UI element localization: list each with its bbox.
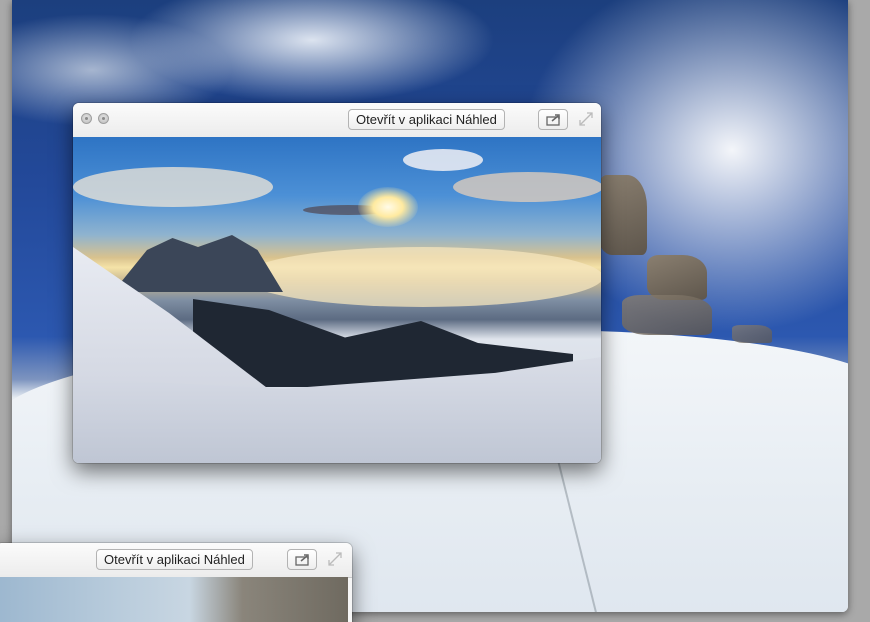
cloud: [403, 149, 483, 171]
cloud: [453, 172, 601, 202]
sunset-photo: [73, 137, 601, 463]
rock-outcrop: [647, 255, 707, 300]
close-icon[interactable]: [81, 113, 92, 124]
open-in-preview-button[interactable]: Otevřít v aplikaci Náhled: [348, 109, 505, 130]
share-button[interactable]: [538, 109, 568, 130]
quicklook-window: Otevřít v aplikaci Náhled: [73, 103, 601, 463]
window-controls: [81, 113, 109, 124]
rock-outcrop: [732, 325, 772, 343]
quicklook-toolbar: Otevřít v aplikaci Náhled: [73, 103, 601, 138]
cloud: [73, 167, 273, 207]
share-button-secondary[interactable]: [287, 549, 317, 570]
glacier-photo: [0, 577, 348, 622]
open-in-preview-button-secondary[interactable]: Otevřít v aplikaci Náhled: [96, 549, 253, 570]
fullscreen-button[interactable]: [578, 111, 594, 127]
fullscreen-button-secondary[interactable]: [327, 551, 343, 567]
minimize-icon[interactable]: [98, 113, 109, 124]
share-icon: [295, 554, 309, 566]
desktop: Otevřít v aplikaci Náhled Otevřít v apli…: [0, 0, 870, 622]
mountain: [113, 235, 283, 292]
rock-outcrop: [622, 295, 712, 335]
quicklook-toolbar-secondary: Otevřít v aplikaci Náhled: [0, 543, 352, 578]
fullscreen-icon: [328, 552, 342, 566]
cloud-sea: [243, 247, 601, 307]
share-icon: [546, 114, 560, 126]
quicklook-window-secondary: Otevřít v aplikaci Náhled: [0, 543, 352, 622]
fullscreen-icon: [579, 112, 593, 126]
sun: [358, 187, 418, 227]
rock-outcrop: [597, 175, 647, 255]
